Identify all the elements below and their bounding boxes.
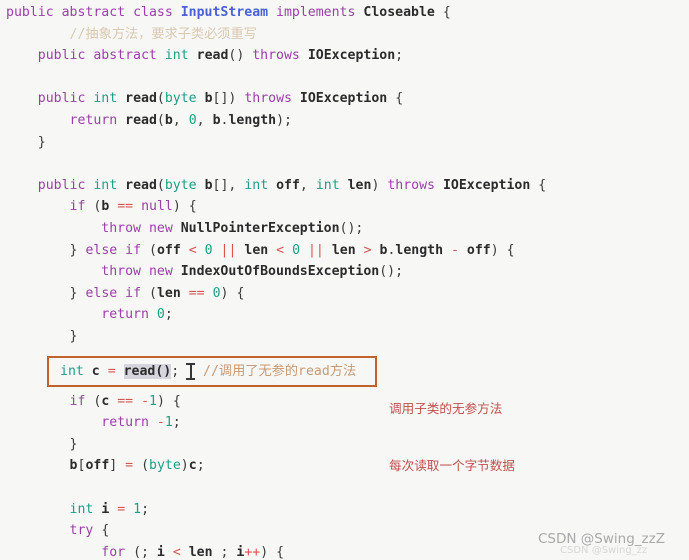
annotation-notes: 调用子类的无参方法 每次读取一个字节数据 [389,361,515,513]
code-line-9: public int read(byte b[], int off, int l… [37,177,547,193]
code-line-7: } [37,134,46,150]
code-line-22: b[off] = (byte)c; [69,458,205,474]
selected-read-call[interactable]: read() [123,364,172,379]
code-line-10: if (b == null) { [69,199,197,215]
boxed-type-keyword: int [60,364,84,379]
abstract-method-comment: //抽象方法，要求子类必须重写 [37,26,257,42]
code-line-14: } else if (len == 0) { [69,285,245,301]
code-line-19: if (c == -1) { [69,393,181,409]
code-line-21: } [69,436,78,452]
code-editor-content[interactable]: public abstract class InputStream implem… [0,0,689,560]
code-line-23-blank [0,477,689,499]
boxed-inline-comment: //调用了无参的read方法 [195,364,357,379]
code-line-16: } [69,328,78,344]
code-line-6: return read(b, 0, b.length); [69,112,292,128]
code-line-5: public int read(byte b[]) throws IOExcep… [37,91,404,107]
code-line-24: int i = 1; [69,501,150,517]
code-screenshot: public abstract class InputStream implem… [0,0,689,560]
code-line-2-comment: //抽象方法，要求子类必须重写 [0,24,689,46]
code-line-3: public abstract int read() throws IOExce… [37,48,404,64]
code-line-1: public abstract class InputStream implem… [6,5,451,20]
annotation-note-2: 每次读取一个字节数据 [389,458,515,473]
code-line-15: return 0; [101,307,173,323]
code-line-20: return -1; [101,415,181,431]
annotation-note-1: 调用子类的无参方法 [389,401,503,416]
code-line-8-blank [0,153,689,175]
boxed-code-line[interactable]: int c = read(); //调用了无参的read方法 [60,356,356,387]
watermark-ghost: CSDN @Swing_zz [560,545,648,556]
code-line-13: throw new IndexOutOfBoundsException(); [101,264,404,280]
code-line-4-blank [0,67,689,89]
code-line-12: } else if (off < 0 || len < 0 || len > b… [69,242,515,258]
i-beam-cursor-icon [186,362,195,381]
boxed-semicolon: ; [171,364,180,379]
code-line-11: throw new NullPointerException(); [101,220,364,236]
